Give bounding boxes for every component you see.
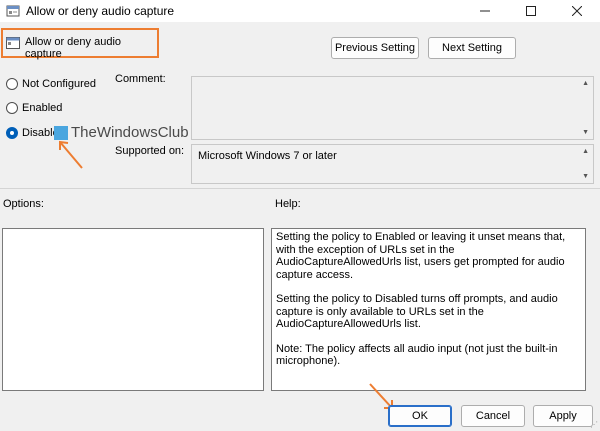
minimize-icon bbox=[480, 10, 490, 12]
radio-not-configured[interactable]: Not Configured bbox=[6, 78, 96, 90]
policy-name: Allow or deny audio capture bbox=[25, 36, 122, 60]
supported-on-field: Microsoft Windows 7 or later ▲ ▼ bbox=[191, 144, 594, 184]
radio-label: Enabled bbox=[22, 102, 63, 114]
section-divider bbox=[0, 188, 600, 189]
supported-on-value: Microsoft Windows 7 or later bbox=[198, 150, 337, 162]
minimize-button[interactable] bbox=[462, 0, 508, 22]
radio-enabled[interactable]: Enabled bbox=[6, 102, 62, 114]
close-button[interactable] bbox=[554, 0, 600, 22]
window-title: Allow or deny audio capture bbox=[26, 4, 175, 18]
radio-circle-checked[interactable] bbox=[6, 127, 18, 139]
help-paragraph: Setting the policy to Disabled turns off… bbox=[276, 293, 558, 330]
close-icon bbox=[572, 6, 582, 16]
radio-circle[interactable] bbox=[6, 78, 18, 90]
next-setting-button[interactable]: Next Setting bbox=[428, 37, 516, 59]
radio-circle[interactable] bbox=[6, 102, 18, 114]
options-panel bbox=[2, 228, 264, 391]
scroll-down-icon[interactable]: ▼ bbox=[582, 173, 589, 180]
maximize-button[interactable] bbox=[508, 0, 554, 22]
help-paragraph: Note: The policy affects all audio input… bbox=[276, 342, 558, 368]
policy-name-highlight: Allow or deny audio capture bbox=[1, 28, 159, 60]
scroll-down-icon[interactable]: ▼ bbox=[582, 129, 589, 136]
watermark-text: TheWindowsClub bbox=[71, 124, 189, 141]
previous-setting-button[interactable]: Previous Setting bbox=[331, 37, 419, 59]
radio-label: Not Configured bbox=[22, 78, 96, 90]
cancel-button[interactable]: Cancel bbox=[461, 405, 525, 427]
comment-label: Comment: bbox=[115, 73, 166, 85]
help-label: Help: bbox=[275, 198, 301, 210]
help-paragraph: Setting the policy to Enabled or leaving… bbox=[276, 231, 566, 281]
apply-button[interactable]: Apply bbox=[533, 405, 593, 427]
comment-field[interactable]: ▲ ▼ bbox=[191, 76, 594, 140]
title-bar: Allow or deny audio capture bbox=[0, 0, 600, 22]
scroll-up-icon[interactable]: ▲ bbox=[582, 80, 589, 87]
supported-on-label: Supported on: bbox=[115, 145, 185, 157]
resize-grip-icon[interactable]: ⋰ bbox=[590, 420, 598, 429]
help-panel: Setting the policy to Enabled or leaving… bbox=[271, 228, 586, 391]
policy-icon bbox=[6, 5, 20, 17]
maximize-icon bbox=[526, 6, 536, 16]
options-label: Options: bbox=[3, 198, 44, 210]
scroll-up-icon[interactable]: ▲ bbox=[582, 148, 589, 155]
arrow-annotation-icon bbox=[59, 140, 83, 169]
ok-button[interactable]: OK bbox=[388, 405, 452, 427]
policy-icon bbox=[6, 37, 20, 49]
